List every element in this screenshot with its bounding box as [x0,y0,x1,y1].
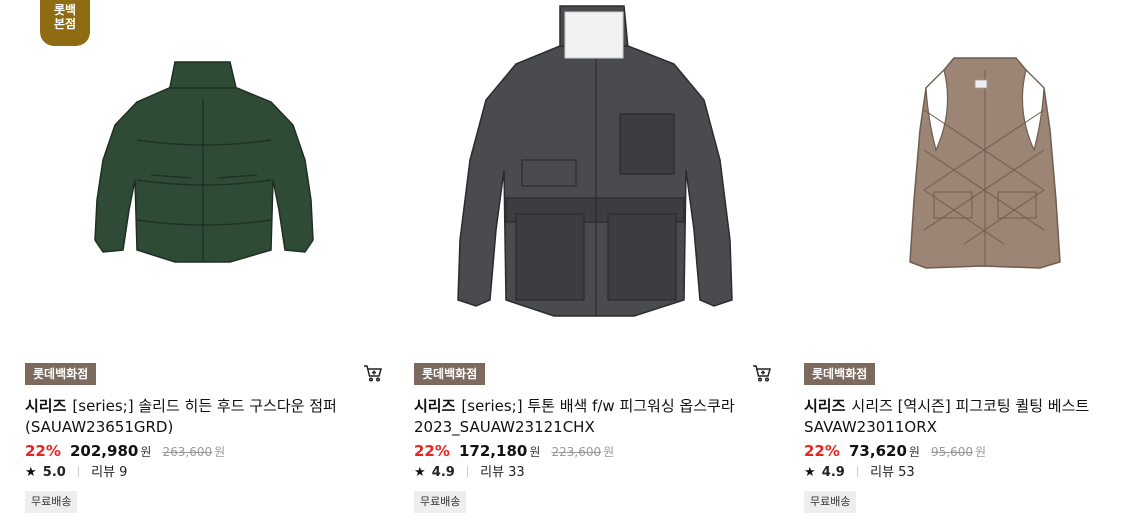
sale-price: 202,980 [70,442,139,460]
price-row: 22% 202,980 원 263,600 원 [25,441,225,463]
price-row: 22% 172,180 원 223,600 원 [414,441,614,463]
product-card[interactable]: 롯데백화점 시리즈 시리즈 [역시즌] 피그코팅 퀼팅 베스트 SAVAW2301… [804,0,1147,522]
rating-row: ★ 5.0 리뷰 9 [25,461,127,480]
rating-row: ★ 4.9 리뷰 33 [414,461,525,480]
rating-row: ★ 4.9 리뷰 53 [804,461,915,480]
currency: 원 [975,445,987,459]
star-icon: ★ [414,465,426,480]
original-price: 263,600 [162,445,213,459]
sale-price: 73,620 [849,442,907,460]
currency: 원 [140,445,152,459]
currency: 원 [908,445,920,459]
product-image-field-jacket[interactable] [414,0,764,345]
brand-name: 시리즈 [804,397,846,415]
original-price: 223,600 [551,445,602,459]
divider [77,466,79,477]
discount-rate: 22% [414,442,450,460]
product-name: [series;] 솔리드 히든 후드 구스다운 점퍼 (SAUAW23651G… [25,397,337,436]
free-shipping-badge: 무료배송 [414,491,467,513]
mall-tag: 롯데백화점 [414,363,486,385]
discount-rate: 22% [804,442,840,460]
review-count: 리뷰 33 [480,465,525,480]
rating-value: 4.9 [821,465,845,480]
brand-name: 시리즈 [414,397,456,415]
rating-value: 5.0 [42,465,66,480]
star-icon: ★ [25,465,37,480]
divider [856,466,858,477]
divider [466,466,468,477]
cart-icon[interactable] [752,363,772,383]
currency: 원 [603,445,615,459]
sale-price: 172,180 [459,442,528,460]
discount-rate: 22% [25,442,61,460]
brand-name: 시리즈 [25,397,67,415]
currency: 원 [214,445,226,459]
rating-value: 4.9 [431,465,455,480]
original-price: 95,600 [931,445,974,459]
star-icon: ★ [804,465,816,480]
price-row: 22% 73,620 원 95,600 원 [804,441,986,463]
product-name: 시리즈 [역시즌] 피그코팅 퀼팅 베스트 SAVAW23011ORX [804,397,1090,436]
mall-tag: 롯데백화점 [804,363,876,385]
product-card[interactable]: 롯백 본점 롯데백화점 시리즈 [series;] 솔리드 히든 후드 구스다운 … [25,0,395,522]
product-title[interactable]: 시리즈 [series;] 투톤 배색 f/w 피그워싱 옵스쿠라 2023_SA… [414,396,754,438]
mall-tag: 롯데백화점 [25,363,97,385]
cart-icon[interactable] [363,363,383,383]
free-shipping-badge: 무료배송 [25,491,78,513]
review-count: 리뷰 9 [91,465,128,480]
review-count: 리뷰 53 [870,465,915,480]
currency: 원 [529,445,541,459]
product-title[interactable]: 시리즈 [series;] 솔리드 히든 후드 구스다운 점퍼 (SAUAW236… [25,396,365,438]
free-shipping-badge: 무료배송 [804,491,857,513]
product-card[interactable]: 롯데백화점 시리즈 [series;] 투톤 배색 f/w 피그워싱 옵스쿠라 2… [414,0,784,522]
product-image-quilted-vest[interactable] [804,0,1147,345]
product-title[interactable]: 시리즈 시리즈 [역시즌] 피그코팅 퀼팅 베스트 SAVAW23011ORX [804,396,1144,438]
product-image-puffer-jacket[interactable] [25,0,375,345]
store-badge: 롯백 본점 [40,0,90,46]
product-name: [series;] 투톤 배색 f/w 피그워싱 옵스쿠라 2023_SAUAW… [414,397,735,436]
